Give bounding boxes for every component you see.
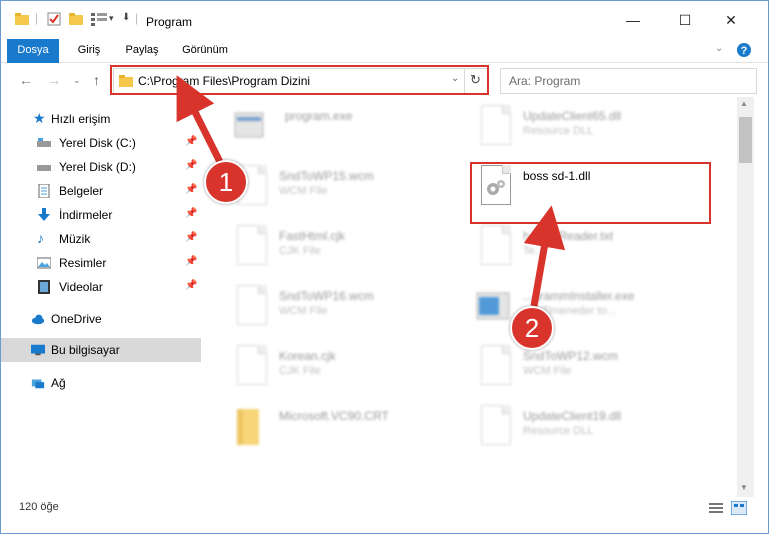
arrow-2 [523,205,566,307]
step-1-marker: 1 [204,160,248,204]
annotation-arrows [176,75,566,307]
step-2-marker: 2 [510,306,554,350]
